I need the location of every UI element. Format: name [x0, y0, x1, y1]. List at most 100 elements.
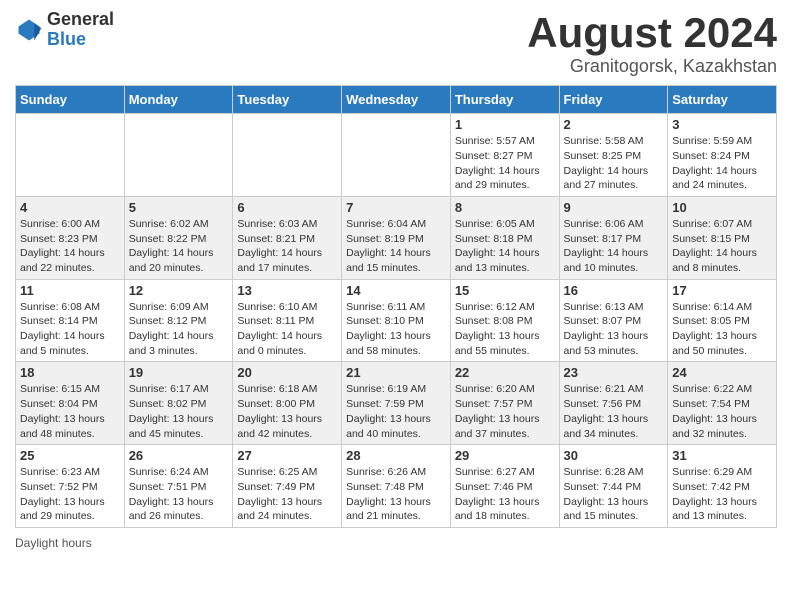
day-number: 31 [672, 448, 772, 463]
calendar-cell: 7 Sunrise: 6:04 AMSunset: 8:19 PMDaylight… [342, 196, 451, 279]
calendar-cell: 26 Sunrise: 6:24 AMSunset: 7:51 PMDayligh… [124, 445, 233, 528]
calendar-cell: 25 Sunrise: 6:23 AMSunset: 7:52 PMDayligh… [16, 445, 125, 528]
day-info: Sunrise: 6:05 AMSunset: 8:18 PMDaylight:… [455, 217, 555, 276]
day-info: Sunrise: 6:08 AMSunset: 8:14 PMDaylight:… [20, 300, 120, 359]
day-info: Sunrise: 6:22 AMSunset: 7:54 PMDaylight:… [672, 382, 772, 441]
calendar-cell: 30 Sunrise: 6:28 AMSunset: 7:44 PMDayligh… [559, 445, 668, 528]
day-number: 10 [672, 200, 772, 215]
day-info: Sunrise: 5:58 AMSunset: 8:25 PMDaylight:… [564, 134, 664, 193]
calendar-cell: 16Sunrise: 6:13 AMSunset: 8:07 PMDayligh… [559, 279, 668, 362]
footer-note: Daylight hours [15, 536, 777, 550]
day-info: Sunrise: 6:24 AMSunset: 7:51 PMDaylight:… [129, 465, 229, 524]
day-number: 14 [346, 283, 446, 298]
day-info: Sunrise: 6:07 AMSunset: 8:15 PMDaylight:… [672, 217, 772, 276]
header: General Blue August 2024 Granitogorsk, K… [15, 10, 777, 77]
day-number: 8 [455, 200, 555, 215]
day-info: Sunrise: 6:04 AMSunset: 8:19 PMDaylight:… [346, 217, 446, 276]
day-number: 7 [346, 200, 446, 215]
day-number: 4 [20, 200, 120, 215]
day-info: Sunrise: 6:02 AMSunset: 8:22 PMDaylight:… [129, 217, 229, 276]
calendar-cell: 6Sunrise: 6:03 AMSunset: 8:21 PMDaylight… [233, 196, 342, 279]
calendar-week-2: 4 Sunrise: 6:00 AMSunset: 8:23 PMDaylight… [16, 196, 777, 279]
day-number: 29 [455, 448, 555, 463]
sub-title: Granitogorsk, Kazakhstan [527, 56, 777, 77]
main-title: August 2024 [527, 10, 777, 56]
calendar-week-4: 18Sunrise: 6:15 AMSunset: 8:04 PMDayligh… [16, 362, 777, 445]
calendar-cell [342, 114, 451, 197]
calendar-cell: 21 Sunrise: 6:19 AMSunset: 7:59 PMDayligh… [342, 362, 451, 445]
day-header-monday: Monday [124, 86, 233, 114]
day-number: 19 [129, 365, 229, 380]
day-number: 12 [129, 283, 229, 298]
calendar-week-5: 25 Sunrise: 6:23 AMSunset: 7:52 PMDayligh… [16, 445, 777, 528]
logo-icon [15, 16, 43, 44]
calendar-cell [233, 114, 342, 197]
day-info: Sunrise: 6:27 AMSunset: 7:46 PMDaylight:… [455, 465, 555, 524]
day-info: Sunrise: 6:12 AMSunset: 8:08 PMDaylight:… [455, 300, 555, 359]
day-number: 13 [237, 283, 337, 298]
calendar-cell: 4 Sunrise: 6:00 AMSunset: 8:23 PMDaylight… [16, 196, 125, 279]
logo-general: General [47, 9, 114, 29]
calendar-cell: 1 Sunrise: 5:57 AMSunset: 8:27 PMDaylight… [450, 114, 559, 197]
calendar-cell [16, 114, 125, 197]
day-info: Sunrise: 6:18 AMSunset: 8:00 PMDaylight:… [237, 382, 337, 441]
calendar-cell: 20 Sunrise: 6:18 AMSunset: 8:00 PMDayligh… [233, 362, 342, 445]
calendar-cell: 10 Sunrise: 6:07 AMSunset: 8:15 PMDayligh… [668, 196, 777, 279]
day-info: Sunrise: 6:17 AMSunset: 8:02 PMDaylight:… [129, 382, 229, 441]
calendar-cell: 8 Sunrise: 6:05 AMSunset: 8:18 PMDaylight… [450, 196, 559, 279]
calendar-cell: 23Sunrise: 6:21 AMSunset: 7:56 PMDayligh… [559, 362, 668, 445]
calendar-cell: 28Sunrise: 6:26 AMSunset: 7:48 PMDayligh… [342, 445, 451, 528]
calendar-cell: 15 Sunrise: 6:12 AMSunset: 8:08 PMDayligh… [450, 279, 559, 362]
day-header-saturday: Saturday [668, 86, 777, 114]
day-info: Sunrise: 6:26 AMSunset: 7:48 PMDaylight:… [346, 465, 446, 524]
day-number: 24 [672, 365, 772, 380]
day-number: 26 [129, 448, 229, 463]
day-number: 3 [672, 117, 772, 132]
day-header-thursday: Thursday [450, 86, 559, 114]
day-number: 9 [564, 200, 664, 215]
day-info: Sunrise: 6:28 AMSunset: 7:44 PMDaylight:… [564, 465, 664, 524]
calendar-cell: 2 Sunrise: 5:58 AMSunset: 8:25 PMDaylight… [559, 114, 668, 197]
day-info: Sunrise: 6:00 AMSunset: 8:23 PMDaylight:… [20, 217, 120, 276]
calendar-cell: 19 Sunrise: 6:17 AMSunset: 8:02 PMDayligh… [124, 362, 233, 445]
day-number: 30 [564, 448, 664, 463]
day-number: 25 [20, 448, 120, 463]
logo-text: General Blue [47, 10, 114, 50]
day-info: Sunrise: 6:25 AMSunset: 7:49 PMDaylight:… [237, 465, 337, 524]
day-number: 18 [20, 365, 120, 380]
day-number: 20 [237, 365, 337, 380]
day-info: Sunrise: 5:57 AMSunset: 8:27 PMDaylight:… [455, 134, 555, 193]
calendar-cell: 14 Sunrise: 6:11 AMSunset: 8:10 PMDayligh… [342, 279, 451, 362]
day-number: 2 [564, 117, 664, 132]
day-info: Sunrise: 6:20 AMSunset: 7:57 PMDaylight:… [455, 382, 555, 441]
day-header-tuesday: Tuesday [233, 86, 342, 114]
day-info: Sunrise: 6:14 AMSunset: 8:05 PMDaylight:… [672, 300, 772, 359]
calendar-cell: 12 Sunrise: 6:09 AMSunset: 8:12 PMDayligh… [124, 279, 233, 362]
day-header-friday: Friday [559, 86, 668, 114]
day-info: Sunrise: 6:03 AMSunset: 8:21 PMDaylight:… [237, 217, 337, 276]
calendar-cell: 31Sunrise: 6:29 AMSunset: 7:42 PMDayligh… [668, 445, 777, 528]
calendar-cell: 29 Sunrise: 6:27 AMSunset: 7:46 PMDayligh… [450, 445, 559, 528]
day-number: 21 [346, 365, 446, 380]
day-number: 15 [455, 283, 555, 298]
day-header-wednesday: Wednesday [342, 86, 451, 114]
calendar-cell: 3Sunrise: 5:59 AMSunset: 8:24 PMDaylight… [668, 114, 777, 197]
day-number: 11 [20, 283, 120, 298]
calendar-cell: 22 Sunrise: 6:20 AMSunset: 7:57 PMDayligh… [450, 362, 559, 445]
calendar-cell: 18Sunrise: 6:15 AMSunset: 8:04 PMDayligh… [16, 362, 125, 445]
calendar-cell: 13 Sunrise: 6:10 AMSunset: 8:11 PMDayligh… [233, 279, 342, 362]
day-info: Sunrise: 6:10 AMSunset: 8:11 PMDaylight:… [237, 300, 337, 359]
day-info: Sunrise: 6:19 AMSunset: 7:59 PMDaylight:… [346, 382, 446, 441]
calendar-cell [124, 114, 233, 197]
day-info: Sunrise: 6:09 AMSunset: 8:12 PMDaylight:… [129, 300, 229, 359]
calendar: SundayMondayTuesdayWednesdayThursdayFrid… [15, 85, 777, 528]
calendar-cell: 11 Sunrise: 6:08 AMSunset: 8:14 PMDayligh… [16, 279, 125, 362]
calendar-header-row: SundayMondayTuesdayWednesdayThursdayFrid… [16, 86, 777, 114]
day-info: Sunrise: 6:11 AMSunset: 8:10 PMDaylight:… [346, 300, 446, 359]
day-number: 5 [129, 200, 229, 215]
day-number: 27 [237, 448, 337, 463]
day-number: 22 [455, 365, 555, 380]
calendar-cell: 9Sunrise: 6:06 AMSunset: 8:17 PMDaylight… [559, 196, 668, 279]
day-number: 1 [455, 117, 555, 132]
day-info: Sunrise: 6:23 AMSunset: 7:52 PMDaylight:… [20, 465, 120, 524]
